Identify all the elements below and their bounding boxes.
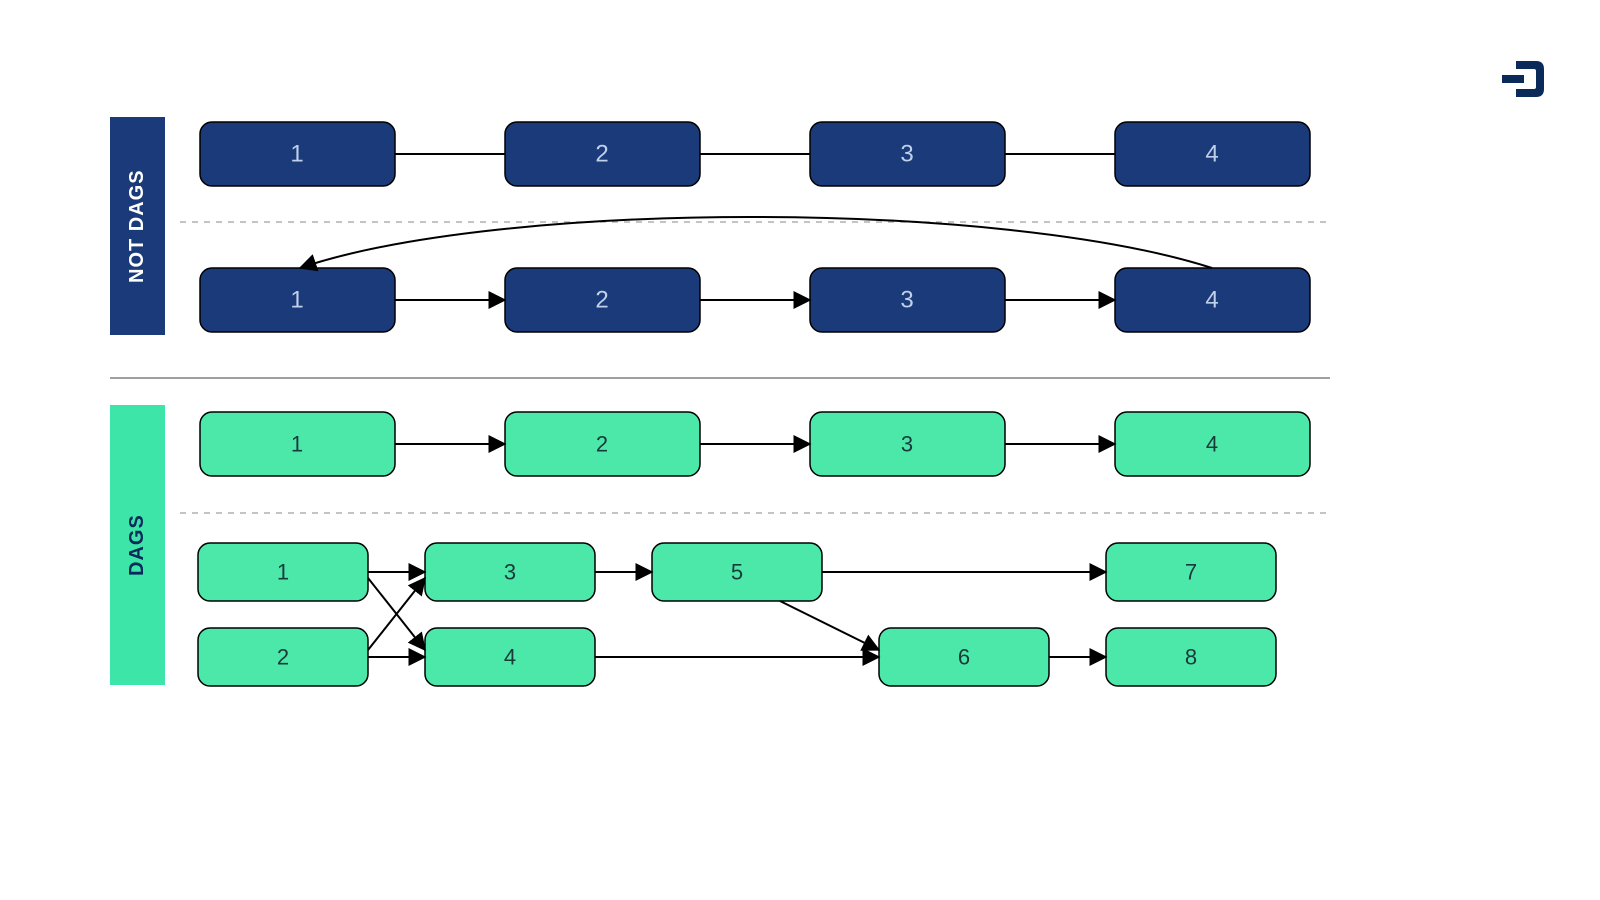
node-label: 3 xyxy=(900,287,913,314)
node-label: 4 xyxy=(504,645,516,670)
edge-back xyxy=(300,217,1212,268)
dags-row-2: 1 2 3 4 5 6 7 8 xyxy=(198,543,1276,686)
node-label: 2 xyxy=(277,645,289,670)
not-dags-row-1: 1 2 3 4 xyxy=(200,122,1310,186)
dags-row-1: 1 2 3 4 xyxy=(200,412,1310,476)
node-label: 6 xyxy=(958,645,970,670)
node-label: 3 xyxy=(900,141,913,168)
node-label: 1 xyxy=(290,287,303,314)
node-label: 4 xyxy=(1205,141,1218,168)
edge xyxy=(780,601,879,650)
node-label: 8 xyxy=(1185,645,1197,670)
node-label: 3 xyxy=(901,432,913,457)
not-dags-row-2: 1 2 3 4 xyxy=(200,217,1310,332)
node-label: 1 xyxy=(290,141,303,168)
node-label: 7 xyxy=(1185,560,1197,585)
node-label: 4 xyxy=(1206,432,1218,457)
node-label: 2 xyxy=(596,432,608,457)
node-label: 1 xyxy=(291,432,303,457)
diagram-canvas: 1 2 3 4 1 2 3 4 xyxy=(0,0,1600,900)
node-label: 1 xyxy=(277,560,289,585)
node-label: 2 xyxy=(595,287,608,314)
node-label: 5 xyxy=(731,560,743,585)
node-label: 4 xyxy=(1205,287,1218,314)
slide: NOT DAGS DAGS 1 2 3 4 xyxy=(0,0,1600,900)
node-label: 3 xyxy=(504,560,516,585)
node-label: 2 xyxy=(595,141,608,168)
